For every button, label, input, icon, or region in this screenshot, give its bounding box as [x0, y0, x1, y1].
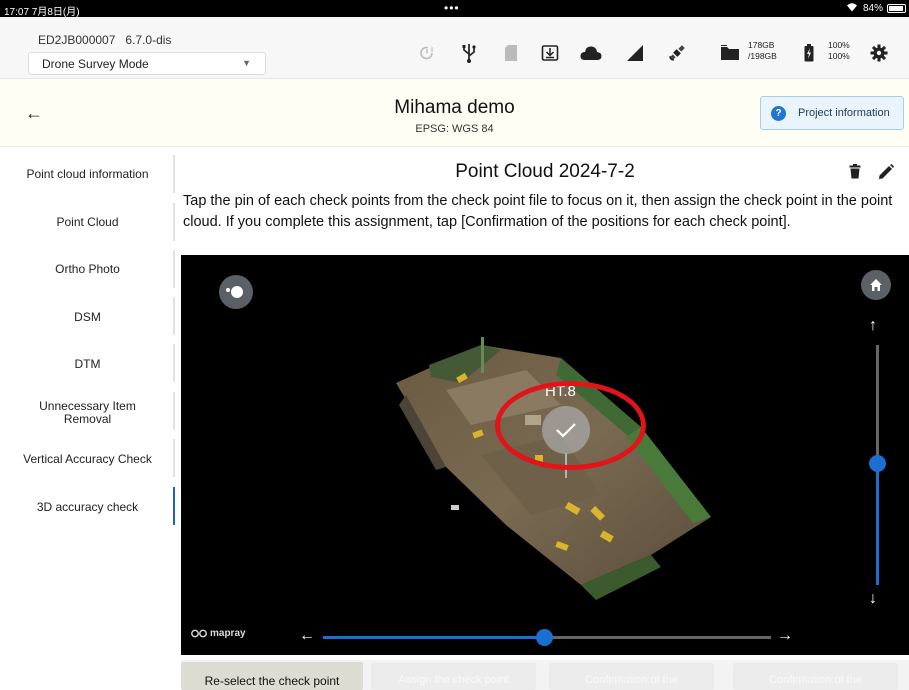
- reselect-check-point-button[interactable]: Re-select the check point: [181, 662, 363, 690]
- sidebar-item-3d-accuracy-check[interactable]: 3D accuracy check: [0, 501, 175, 514]
- ios-status-bar: 17:07 7月8日(月) ••• 84%: [0, 0, 909, 18]
- device-toolbar: ED2JB000007 6.7.0-dis Drone Survey Mode …: [0, 17, 909, 79]
- project-information-button[interactable]: ? Project information: [760, 96, 904, 130]
- mode-select[interactable]: Drone Survey Mode ▼: [28, 52, 266, 75]
- horizontal-slider-fill: [323, 636, 545, 639]
- sidebar-item-unnecessary-item-removal[interactable]: Unnecessary Item Removal: [0, 400, 175, 426]
- sidebar-nav: Point cloud information Point Cloud Orth…: [0, 147, 181, 690]
- mapray-logo: mapray: [191, 628, 246, 639]
- battery-icon: [887, 4, 906, 13]
- sidebar-divider: [173, 392, 175, 430]
- sidebar-item-point-cloud[interactable]: Point Cloud: [0, 216, 175, 229]
- battery-level-1: 100%: [828, 40, 850, 50]
- device-id-version: ED2JB000007 6.7.0-dis: [38, 33, 171, 47]
- wifi-icon: [846, 2, 858, 15]
- battery-level-2: 100%: [828, 51, 850, 61]
- vertical-slider-thumb[interactable]: [869, 455, 886, 472]
- arrow-down-icon[interactable]: ↓: [869, 590, 877, 608]
- firmware-version: 6.7.0-dis: [125, 33, 172, 47]
- sidebar-divider: [173, 203, 175, 241]
- point-cloud-viewer[interactable]: ↑ ↓ ← → mapray HT.8: [181, 255, 909, 655]
- usb-icon[interactable]: [458, 42, 480, 64]
- sidebar-divider: [173, 344, 175, 382]
- point-cloud-title: Point Cloud 2024-7-2: [455, 161, 635, 182]
- storage-readout: 178GB /198GB: [748, 40, 777, 62]
- multitask-dots[interactable]: •••: [444, 1, 460, 15]
- cloud-icon[interactable]: [580, 42, 602, 64]
- action-bar: Re-select the check point Assign the che…: [181, 660, 909, 690]
- project-information-label: Project information: [798, 107, 890, 119]
- battery-icon: [798, 42, 820, 64]
- satellite-icon: [666, 42, 688, 64]
- sidebar-divider: [173, 155, 175, 193]
- camera-timer-icon[interactable]: [416, 42, 438, 64]
- arrow-up-icon[interactable]: ↑: [869, 317, 877, 335]
- battery-levels: 100% 100%: [828, 40, 850, 62]
- mode-select-value: Drone Survey Mode: [42, 57, 149, 71]
- storage-used: 178GB: [748, 40, 775, 50]
- trash-icon[interactable]: [849, 164, 861, 184]
- status-time: 17:07 7月8日(月): [4, 7, 80, 18]
- sd-card-icon[interactable]: [500, 42, 522, 64]
- storage-total: /198GB: [748, 51, 777, 61]
- horizontal-slider-thumb[interactable]: [536, 629, 553, 646]
- device-id: ED2JB000007: [38, 33, 116, 47]
- view-toggle-button[interactable]: [219, 275, 253, 309]
- assign-check-point-button[interactable]: Assign the check point: [371, 663, 536, 690]
- help-icon: ?: [771, 105, 786, 121]
- arrow-left-icon[interactable]: ←: [299, 627, 315, 645]
- chevron-down-icon: ▼: [242, 58, 251, 68]
- folder-icon[interactable]: [719, 42, 741, 64]
- confirmation-positions-button[interactable]: Confirmation of the: [549, 663, 714, 690]
- project-header: ← Mihama demo EPSG: WGS 84 ? Project inf…: [0, 79, 909, 147]
- vertical-slider-fill: [876, 463, 879, 585]
- sidebar-divider: [173, 250, 175, 288]
- edit-pencil-icon[interactable]: [878, 164, 894, 185]
- signal-icon: [624, 42, 646, 64]
- settings-icon[interactable]: [868, 42, 890, 64]
- sidebar-divider: [173, 297, 175, 335]
- sidebar-active-indicator: [173, 487, 175, 525]
- sidebar-item-dsm[interactable]: DSM: [0, 311, 175, 324]
- sidebar-item-vertical-accuracy-check[interactable]: Vertical Accuracy Check: [0, 453, 175, 466]
- sidebar-divider: [173, 439, 175, 477]
- battery-percent: 84%: [863, 3, 884, 14]
- mapray-logo-text: mapray: [210, 628, 246, 639]
- arrow-right-icon[interactable]: →: [777, 627, 793, 645]
- sidebar-item-ortho-photo[interactable]: Ortho Photo: [0, 263, 175, 276]
- home-icon[interactable]: [861, 270, 891, 300]
- download-icon[interactable]: [539, 42, 561, 64]
- sidebar-item-point-cloud-information[interactable]: Point cloud information: [0, 168, 175, 181]
- confirmation-button[interactable]: Confirmation of the: [733, 663, 898, 690]
- sidebar-item-dtm[interactable]: DTM: [0, 358, 175, 371]
- highlight-ring: [495, 381, 646, 470]
- instruction-text: Tap the pin of each check points from th…: [183, 193, 893, 230]
